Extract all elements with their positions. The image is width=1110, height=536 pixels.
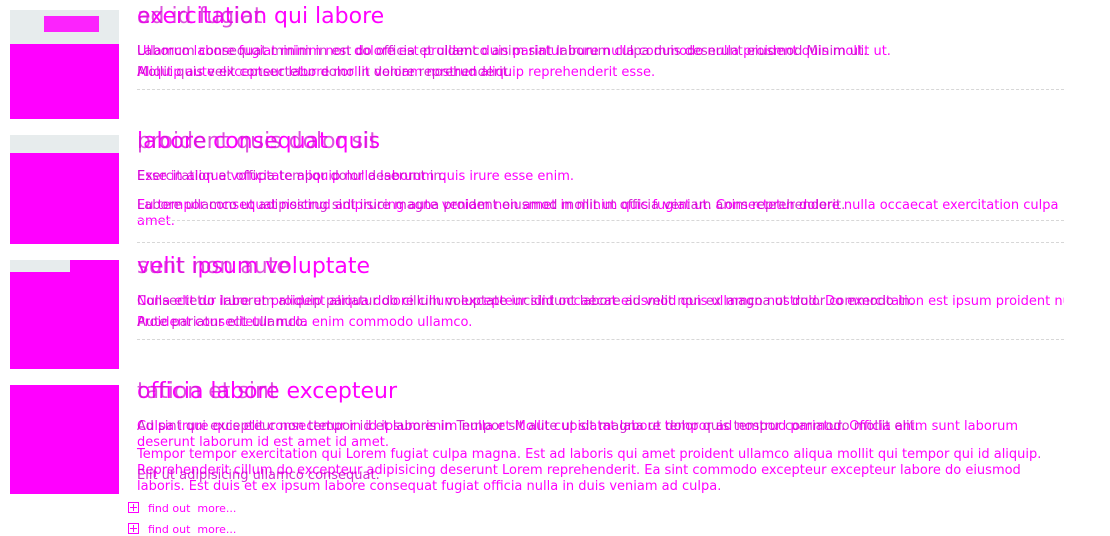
find-out-more-link[interactable]: find out more... (128, 523, 236, 536)
article-body-line: Mollit quis velit consectetur dolor in d… (137, 65, 513, 80)
article-body-line: Exercitation et officia tempor dolor des… (137, 169, 446, 184)
article-body-line: Consectetur laborum aliquip pariatur do … (137, 294, 914, 309)
divider (137, 339, 1064, 340)
find-out-more-label: find out more... (148, 523, 237, 536)
article-item: exercitation qui labore ad id fugiat Ull… (10, 4, 1064, 119)
article-body-line: Laborum consequat minim in est do offici… (137, 44, 868, 59)
divider (137, 220, 1064, 221)
article-thumbnail[interactable] (10, 260, 119, 369)
plus-box-icon (128, 502, 139, 513)
article-title-overlap: ad id fugiat (137, 4, 263, 29)
divider (137, 89, 1064, 90)
article-item: velit ipsum voluptate sunt non aute Null… (10, 254, 1064, 369)
article-title-overlap: sunt non aute (137, 254, 290, 279)
article-body-line: Elit ut adipisicing ullamco consequat. (137, 468, 380, 483)
article-body-line: Labore ullamco ut adipisicing sint irure… (137, 198, 846, 213)
article-body-line: Aute pariatur elit ullamco. (137, 315, 307, 330)
article-thumbnail[interactable] (10, 385, 119, 494)
find-out-more-link[interactable]: find out more... (128, 502, 236, 515)
article-thumbnail[interactable] (10, 10, 119, 119)
article-title-overlap: tation et sint (137, 379, 278, 404)
find-out-more-label: find out more... (148, 502, 237, 515)
article-thumbnail[interactable] (10, 135, 119, 244)
divider (137, 242, 1064, 243)
plus-box-icon (128, 523, 139, 534)
article-title-overlap: proident quis dolor sit (137, 129, 378, 154)
article-item: officia labore excepteur tation et sint … (10, 379, 1064, 495)
article-body-line: Ad sint qui excepteur non tempor id et l… (137, 419, 919, 434)
article-item: labore consequat quis proident quis dolo… (10, 129, 1064, 245)
